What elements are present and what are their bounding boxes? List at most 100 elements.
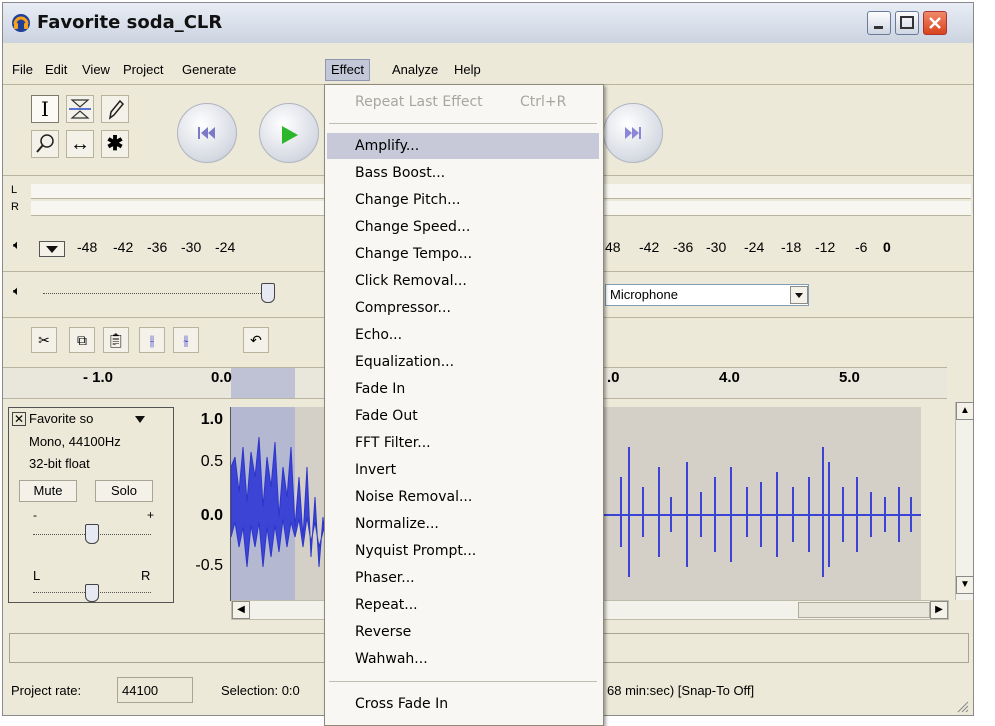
gain-minus-label: - <box>33 508 37 522</box>
menu-item-amplify[interactable]: Amplify... <box>327 133 599 159</box>
scroll-left-button[interactable]: ◀ <box>232 601 250 619</box>
menu-effect[interactable]: Effect <box>325 59 371 81</box>
menu-item-nyquist-prompt[interactable]: Nyquist Prompt... <box>327 538 599 564</box>
skip-to-end-button[interactable] <box>603 103 663 163</box>
project-rate-input[interactable]: 44100 <box>117 677 193 703</box>
menu-item-change-speed[interactable]: Change Speed... <box>327 214 599 240</box>
track-control-panel: ✕ Favorite so Mono, 44100Hz 32-bit float… <box>8 407 174 603</box>
volume-speaker-icon: 🔈︎ <box>13 283 21 298</box>
copy-button[interactable]: ⧉ <box>69 327 95 353</box>
maximize-button[interactable] <box>895 11 919 35</box>
trim-button[interactable]: ⫲ <box>139 327 165 353</box>
gain-plus-label: + <box>147 508 155 522</box>
track-close-button[interactable]: ✕ <box>12 412 26 426</box>
gain-slider-thumb[interactable] <box>85 524 99 544</box>
multi-tool-button[interactable]: ✱ <box>101 130 129 158</box>
paste-button[interactable]: 📋︎ <box>103 327 129 353</box>
amplitude-scale: 1.0 0.5 0.0 -0.5 <box>175 407 231 601</box>
ruler-tick: .0 <box>607 369 620 386</box>
solo-button[interactable]: Solo <box>95 480 153 502</box>
envelope-tool-button[interactable] <box>66 95 94 123</box>
arrow-right-icon: ▶ <box>935 604 943 615</box>
menu-item-cross-fade-in[interactable]: Cross Fade In <box>327 691 599 717</box>
menu-view[interactable]: View <box>77 59 115 81</box>
menu-item-compressor[interactable]: Compressor... <box>327 295 599 321</box>
timeshift-tool-button[interactable]: ↔ <box>66 130 94 158</box>
scroll-thumb[interactable] <box>798 602 930 618</box>
resize-grip-icon[interactable] <box>955 699 969 713</box>
menu-item-repeat[interactable]: Repeat... <box>327 592 599 618</box>
snap-status: 68 min:sec) [Snap-To Off] <box>607 683 755 698</box>
arrow-up-icon: ▲ <box>960 405 970 416</box>
skip-to-start-button[interactable] <box>177 103 237 163</box>
play-icon <box>282 126 298 144</box>
menu-project[interactable]: Project <box>118 59 168 81</box>
mute-button[interactable]: Mute <box>19 480 77 502</box>
menu-item-bass-boost[interactable]: Bass Boost... <box>327 160 599 186</box>
menu-item-fade-out[interactable]: Fade Out <box>327 403 599 429</box>
input-source-dropdown-button[interactable] <box>790 286 808 304</box>
envelope-icon <box>69 99 91 119</box>
menu-item-noise-removal[interactable]: Noise Removal... <box>327 484 599 510</box>
menu-file[interactable]: File <box>7 59 38 81</box>
input-source-select[interactable]: Microphone <box>605 284 809 306</box>
output-volume-slider[interactable] <box>43 293 263 295</box>
pan-left-label: L <box>33 568 41 583</box>
menu-item-equalization[interactable]: Equalization... <box>327 349 599 375</box>
menu-item-fft-filter[interactable]: FFT Filter... <box>327 430 599 456</box>
close-button[interactable] <box>923 11 947 35</box>
menu-item-normalize[interactable]: Normalize... <box>327 511 599 537</box>
window-title: Favorite soda_CLR <box>37 12 223 33</box>
menu-item-wahwah[interactable]: Wahwah... <box>327 646 599 672</box>
menu-separator <box>329 123 597 124</box>
menu-item-fade-in[interactable]: Fade In <box>327 376 599 402</box>
zoom-tool-button[interactable] <box>31 130 59 158</box>
menu-item-click-removal[interactable]: Click Removal... <box>327 268 599 294</box>
menu-analyze[interactable]: Analyze <box>387 59 443 81</box>
triangle-down-icon <box>135 416 145 423</box>
menu-help[interactable]: Help <box>449 59 486 81</box>
cut-button[interactable]: ✂ <box>31 327 57 353</box>
speaker-icon: 🔈︎ <box>13 237 21 252</box>
play-button[interactable] <box>259 103 319 163</box>
track-name: Favorite so <box>29 411 94 426</box>
skip-end-icon <box>625 127 641 139</box>
silence-icon: ⫳ <box>183 332 189 348</box>
maximize-icon <box>900 16 914 29</box>
menu-item-phaser[interactable]: Phaser... <box>327 565 599 591</box>
undo-icon: ↶ <box>250 332 262 348</box>
menu-edit[interactable]: Edit <box>40 59 72 81</box>
scissors-icon: ✂ <box>38 332 50 348</box>
menu-item-echo[interactable]: Echo... <box>327 322 599 348</box>
selection-tool-button[interactable]: I <box>31 95 59 123</box>
track-name-dropdown[interactable]: Favorite so <box>29 411 147 428</box>
menu-item-invert[interactable]: Invert <box>327 457 599 483</box>
menu-item-reverse[interactable]: Reverse <box>327 619 599 645</box>
trim-icon: ⫲ <box>149 332 155 348</box>
magnifier-icon <box>36 134 54 153</box>
menu-generate[interactable]: Generate <box>177 59 241 81</box>
ruler-selection <box>231 368 295 398</box>
menu-item-change-pitch[interactable]: Change Pitch... <box>327 187 599 213</box>
input-source-value: Microphone <box>610 287 678 302</box>
undo-button[interactable]: ↶ <box>243 327 269 353</box>
scroll-down-button[interactable]: ▼ <box>956 576 973 594</box>
track-bitdepth: 32-bit float <box>29 456 90 471</box>
project-rate-value: 44100 <box>122 683 159 698</box>
output-volume-thumb[interactable] <box>261 283 275 303</box>
vertical-scrollbar[interactable]: ▲ ▼ <box>955 402 973 600</box>
meter-dropdown-button[interactable] <box>39 241 65 257</box>
skip-start-icon <box>198 127 215 139</box>
scroll-up-button[interactable]: ▲ <box>956 402 973 420</box>
minimize-button[interactable] <box>867 11 891 35</box>
silence-button[interactable]: ⫳ <box>173 327 199 353</box>
menu-item-change-tempo[interactable]: Change Tempo... <box>327 241 599 267</box>
scroll-right-button[interactable]: ▶ <box>930 601 948 619</box>
minimize-icon <box>874 26 883 29</box>
chevron-down-icon <box>795 293 803 298</box>
pan-slider-thumb[interactable] <box>85 584 99 602</box>
draw-tool-button[interactable] <box>101 95 129 123</box>
close-icon: ✕ <box>13 412 25 426</box>
scale-label: 0.5 <box>200 453 223 470</box>
double-arrow-icon: ↔ <box>70 133 90 155</box>
